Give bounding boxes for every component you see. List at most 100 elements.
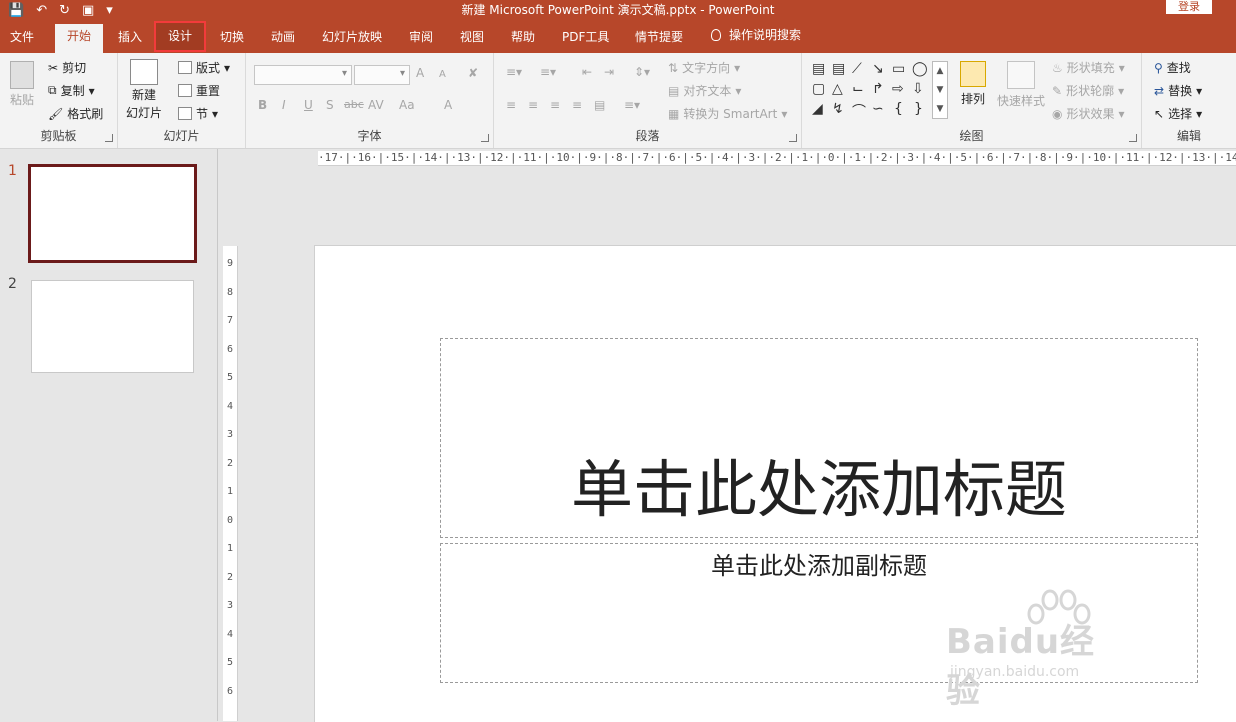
tab-storyboard[interactable]: 情节提要 [635, 28, 683, 45]
slide-thumbnail-2[interactable] [31, 280, 194, 373]
shadow-button[interactable]: S [326, 98, 334, 112]
shape-outline-button[interactable]: ✎ 形状轮廓 ▾ [1052, 82, 1124, 99]
arrow-shape-icon[interactable]: ↘ [872, 61, 884, 77]
font-size-combo[interactable]: ▾ [354, 65, 410, 85]
font-color-button[interactable]: A [444, 98, 452, 112]
shape-fill-button[interactable]: ♨ 形状填充 ▾ [1052, 59, 1125, 76]
align-right-icon[interactable]: ≡ [550, 98, 560, 112]
replace-button[interactable]: ⇄ 替换 ▾ [1154, 82, 1202, 99]
character-spacing-button[interactable]: AV [368, 98, 384, 112]
dialog-launcher-icon[interactable] [481, 134, 489, 142]
align-left-icon[interactable]: ≡ [506, 98, 516, 112]
numbering-icon[interactable]: ≡▾ [540, 65, 556, 79]
elbow-connector-shape-icon[interactable]: ⌙ [852, 81, 864, 97]
elbow-arrow-shape-icon[interactable]: ↱ [872, 81, 884, 97]
quick-styles-button[interactable]: 快速样式 [997, 61, 1045, 109]
reset-button[interactable]: 重置 [178, 82, 220, 99]
grow-font-button[interactable]: A [416, 66, 424, 80]
text-direction-icon: ⇅ [668, 60, 679, 75]
paste-button[interactable]: 粘贴 [10, 61, 34, 108]
tab-slideshow[interactable]: 幻灯片放映 [322, 28, 382, 45]
distributed-icon[interactable]: ▤ [594, 98, 605, 112]
down-arrow-shape-icon[interactable]: ⇩ [912, 81, 924, 97]
reset-label: 重置 [196, 84, 221, 98]
textbox-shape-icon[interactable]: ▤ [812, 61, 825, 77]
align-center-icon[interactable]: ≡ [528, 98, 538, 112]
chevron-down-icon: ▾ [1118, 60, 1125, 75]
shrink-font-button[interactable]: A [439, 69, 446, 80]
vertical-textbox-shape-icon[interactable]: ▤ [832, 61, 845, 77]
smartart-button[interactable]: ▦ 转换为 SmartArt ▾ [668, 105, 787, 122]
scribble-shape-icon[interactable]: ↯ [832, 101, 844, 117]
bullets-icon[interactable]: ≡▾ [506, 65, 522, 79]
bold-button[interactable]: B [258, 98, 267, 112]
title-placeholder[interactable]: 单击此处添加标题 [440, 338, 1198, 538]
tab-review[interactable]: 审阅 [409, 28, 433, 45]
smartart-icon: ▦ [668, 106, 680, 121]
shape-effects-button[interactable]: ◉ 形状效果 ▾ [1052, 105, 1125, 122]
freeform-shape-icon[interactable]: ◢ [812, 101, 823, 117]
align-text-button[interactable]: ▤ 对齐文本 ▾ [668, 82, 741, 99]
select-label: 选择 [1168, 107, 1193, 121]
increase-indent-icon[interactable]: ⇥ [604, 65, 614, 79]
text-direction-button[interactable]: ⇅ 文字方向 ▾ [668, 59, 740, 76]
tab-view[interactable]: 视图 [460, 28, 484, 45]
new-slide-button[interactable]: 新建 幻灯片 [126, 59, 162, 121]
tell-me-search[interactable]: 操作说明搜索 [711, 26, 801, 43]
section-button[interactable]: 节 ▾ [178, 105, 218, 122]
cut-button[interactable]: ✂ 剪切 [48, 59, 86, 76]
triangle-shape-icon[interactable]: △ [832, 81, 843, 97]
tab-transitions[interactable]: 切换 [220, 28, 244, 45]
clear-format-icon[interactable]: ✘ [468, 66, 478, 80]
tab-home[interactable]: 开始 [55, 24, 104, 53]
replace-label: 替换 [1168, 84, 1193, 98]
ruler-tick-label: 3 [226, 429, 234, 440]
line-spacing-icon[interactable]: ⇕▾ [634, 65, 650, 79]
tab-pdf-tools[interactable]: PDF工具 [562, 28, 609, 45]
curve-shape-icon[interactable]: ∽ [872, 101, 884, 117]
font-name-combo[interactable]: ▾ [254, 65, 352, 85]
paste-label: 粘贴 [10, 93, 35, 107]
tab-file[interactable]: 文件 [10, 28, 34, 45]
columns-icon[interactable]: ≡▾ [624, 98, 640, 112]
layout-button[interactable]: 版式 ▾ [178, 59, 230, 76]
arc-shape-icon[interactable]: ⌒ [852, 101, 866, 121]
gallery-scroll[interactable]: ▲ ▼ ▼ [932, 61, 948, 119]
dialog-launcher-icon[interactable] [1129, 134, 1137, 142]
tab-insert[interactable]: 插入 [118, 28, 142, 45]
tab-design[interactable]: 设计 [154, 21, 207, 52]
tab-help[interactable]: 帮助 [511, 28, 535, 45]
dialog-launcher-icon[interactable] [105, 134, 113, 142]
tab-animations[interactable]: 动画 [271, 28, 295, 45]
justify-icon[interactable]: ≡ [572, 98, 582, 112]
line-shape-icon[interactable]: ⟋ [852, 61, 862, 77]
login-button[interactable]: 登录 [1166, 0, 1212, 14]
change-case-button[interactable]: Aa [399, 98, 415, 112]
right-arrow-shape-icon[interactable]: ⇨ [892, 81, 904, 97]
group-drawing: ▤ ▤ ⟋ ↘ ▭ ◯ ▢ △ ⌙ ↱ ⇨ ⇩ ◢ ↯ ⌒ ∽ { } ▲ ▼ ▼ … [802, 53, 1142, 148]
select-button[interactable]: ↖ 选择 ▾ [1154, 105, 1202, 122]
dialog-launcher-icon[interactable] [789, 134, 797, 142]
decrease-indent-icon[interactable]: ⇤ [582, 65, 592, 79]
reset-icon [178, 84, 192, 97]
arrange-button[interactable]: 排列 [960, 61, 986, 107]
rounded-rect-shape-icon[interactable]: ▢ [812, 81, 825, 97]
strikethrough-button[interactable]: abc [344, 98, 364, 111]
find-button[interactable]: ⚲ 查找 [1154, 59, 1191, 76]
chevron-down-icon: ▾ [88, 83, 95, 98]
underline-button[interactable]: U [304, 98, 313, 112]
format-painter-button[interactable]: 🖌 格式刷 [48, 105, 103, 122]
left-brace-shape-icon[interactable]: { [894, 101, 903, 117]
group-label-clipboard: 剪贴板 [40, 129, 77, 143]
copy-button[interactable]: ⧉ 复制 ▾ [48, 82, 95, 99]
oval-shape-icon[interactable]: ◯ [912, 61, 928, 77]
smartart-label: 转换为 SmartArt [683, 107, 778, 121]
shapes-gallery[interactable]: ▤ ▤ ⟋ ↘ ▭ ◯ ▢ △ ⌙ ↱ ⇨ ⇩ ◢ ↯ ⌒ ∽ { } [810, 61, 936, 121]
ruler-tick-label: 2 [226, 571, 234, 583]
rectangle-shape-icon[interactable]: ▭ [892, 61, 905, 77]
shape-effects-label: 形状效果 [1066, 107, 1115, 121]
slide-thumbnail-1[interactable] [28, 164, 197, 263]
italic-button[interactable]: I [282, 98, 286, 112]
pen-icon: ✎ [1052, 83, 1063, 98]
right-brace-shape-icon[interactable]: } [914, 101, 923, 117]
